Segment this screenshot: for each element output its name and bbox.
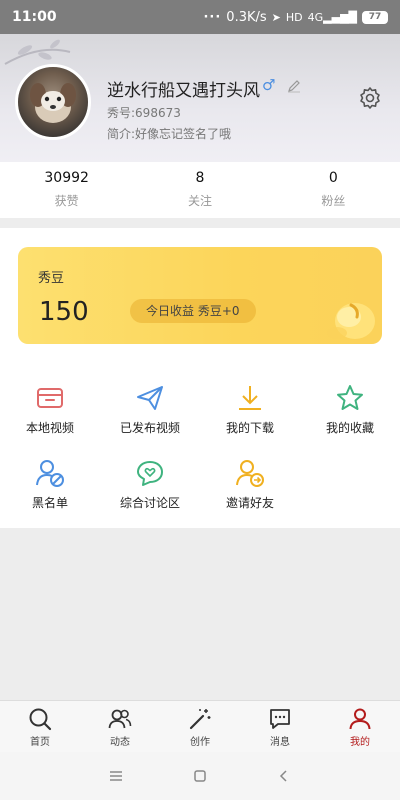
stat-fans-value: 0: [328, 170, 338, 186]
stat-fans[interactable]: 0 粉丝: [267, 162, 400, 218]
menu-icon[interactable]: [108, 768, 124, 784]
tab-messages-label: 消息: [270, 737, 290, 748]
status-time: 11:00: [12, 9, 57, 25]
male-gender-icon: ♂: [262, 76, 276, 94]
grid-item-invite-friends[interactable]: 邀请好友: [200, 458, 300, 528]
star-icon: [337, 385, 363, 410]
tab-home-label: 首页: [30, 737, 50, 748]
grid-label-local-video: 本地视频: [25, 421, 74, 435]
tab-home[interactable]: 首页: [0, 701, 80, 752]
hd-icon: HD: [285, 10, 303, 24]
stat-following-label: 关注: [187, 194, 212, 208]
profile-header: 逆水行船又遇打头风 ♂ 秀号:698673 简介:好像忘记签名了哦: [0, 34, 400, 162]
settings-gear-icon[interactable]: [358, 86, 382, 110]
stats-bar: 30992 获赞 8 关注 0 粉丝: [0, 162, 400, 218]
grid-label-blacklist: 黑名单: [31, 496, 68, 510]
status-bar: 11:00 ··· 0.3K/s ➤ HD 4G▂▄▆█ 77: [0, 0, 400, 34]
status-indicators: ··· 0.3K/s ➤ HD 4G▂▄▆█ 77: [203, 10, 388, 25]
tab-messages[interactable]: 消息: [240, 701, 320, 752]
system-navigation-bar: [0, 752, 400, 800]
edit-pencil-icon[interactable]: [287, 79, 301, 93]
grid-item-my-favorites[interactable]: 我的收藏: [300, 383, 400, 453]
grid-label-my-downloads: 我的下载: [225, 421, 274, 435]
user-bio: 简介:好像忘记签名了哦: [107, 127, 232, 141]
home-square-icon[interactable]: [192, 768, 208, 784]
points-title: 秀豆: [38, 271, 65, 286]
today-earnings-badge: 今日收益 秀豆+0: [130, 299, 256, 323]
bottom-tab-bar: 首页 动态 创作 消息 我的: [0, 700, 400, 752]
points-section: 秀豆 150 今日收益 秀豆+0: [0, 228, 400, 363]
back-icon[interactable]: [276, 768, 292, 784]
bean-icon: [327, 303, 375, 339]
more-dots-icon: ···: [203, 9, 222, 25]
folder-icon: [37, 388, 63, 408]
grid-label-published-videos: 已发布视频: [119, 421, 180, 435]
grid-item-discussion[interactable]: 综合讨论区: [100, 458, 200, 528]
stat-following[interactable]: 8 关注: [133, 162, 266, 218]
paper-plane-icon: [137, 386, 163, 410]
grid-item-blacklist[interactable]: 黑名单: [0, 458, 100, 528]
signal-icon: 4G▂▄▆█: [307, 10, 357, 24]
avatar[interactable]: [15, 64, 91, 140]
network-type: 4G: [307, 10, 324, 24]
stat-likes[interactable]: 30992 获赞: [0, 162, 133, 218]
points-card[interactable]: 秀豆 150 今日收益 秀豆+0: [18, 247, 382, 344]
grid-label-invite-friends: 邀请好友: [225, 496, 274, 510]
magic-wand-icon: [189, 709, 211, 730]
download-icon: [239, 386, 261, 410]
tab-mine[interactable]: 我的: [320, 701, 400, 752]
message-icon: [270, 709, 290, 729]
grid-label-my-favorites: 我的收藏: [325, 421, 374, 435]
tab-activity[interactable]: 动态: [80, 701, 160, 752]
stat-following-value: 8: [195, 170, 205, 186]
invite-user-icon: [236, 460, 264, 487]
puppy-avatar-icon: [30, 83, 76, 123]
tab-create-label: 创作: [190, 737, 210, 748]
stat-fans-label: 粉丝: [321, 194, 346, 208]
chat-heart-icon: [137, 461, 163, 486]
username: 逆水行船又遇打头风: [107, 81, 260, 101]
tab-activity-label: 动态: [110, 737, 130, 748]
points-value: 150: [39, 297, 89, 327]
grid-label-discussion: 综合讨论区: [119, 496, 180, 510]
tab-create[interactable]: 创作: [160, 701, 240, 752]
user-id: 秀号:698673: [107, 106, 181, 120]
search-icon: [29, 708, 52, 731]
feature-grid: 本地视频 已发布视频 我的下载 我的收藏 黑名单 综合讨论区 邀请好友: [0, 363, 400, 528]
grid-item-published-videos[interactable]: 已发布视频: [100, 383, 200, 453]
stat-likes-label: 获赞: [54, 194, 79, 208]
user-icon: [349, 708, 371, 730]
location-icon: ➤: [271, 10, 281, 24]
blocked-user-icon: [36, 460, 64, 487]
network-speed: 0.3K/s: [226, 9, 267, 25]
tab-mine-label: 我的: [350, 737, 370, 748]
people-icon: [108, 709, 132, 729]
grid-item-my-downloads[interactable]: 我的下载: [200, 383, 300, 453]
grid-item-local-video[interactable]: 本地视频: [0, 383, 100, 453]
stat-likes-value: 30992: [44, 170, 89, 186]
battery-icon: 77: [362, 10, 388, 24]
